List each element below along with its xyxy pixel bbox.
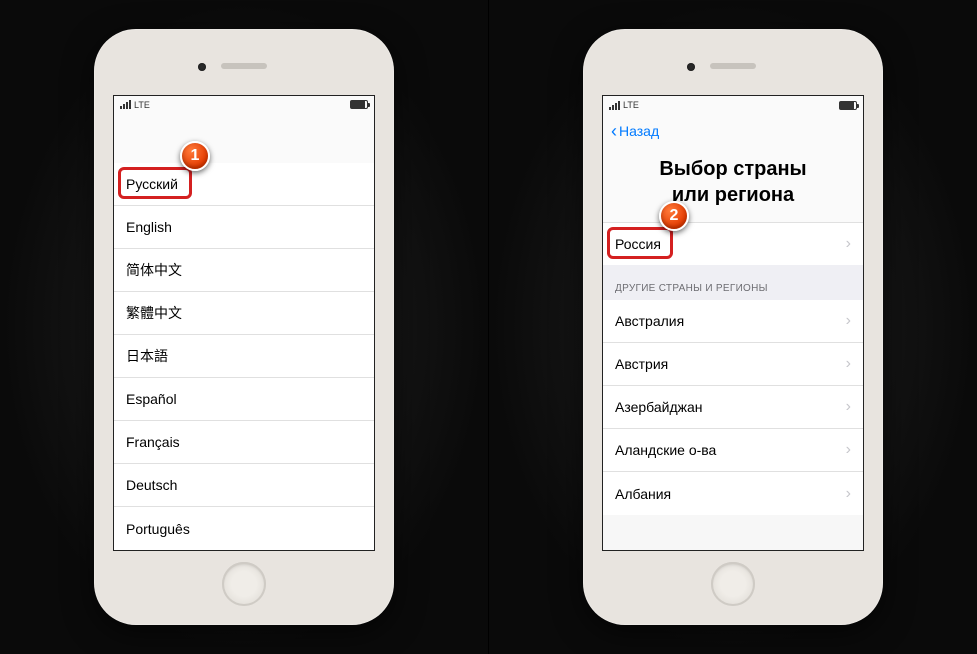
language-label: Français — [126, 434, 180, 450]
language-row-chinese-traditional[interactable]: 繁體中文 — [114, 292, 374, 335]
chevron-right-icon: › — [846, 441, 851, 459]
language-row-russian[interactable]: Русский 1 — [114, 163, 374, 206]
front-camera — [198, 63, 206, 71]
language-row-portuguese[interactable]: Português — [114, 507, 374, 550]
status-bar: LTE — [603, 96, 863, 114]
home-button[interactable] — [222, 562, 266, 606]
signal-icon — [120, 100, 131, 109]
country-row-australia[interactable]: Австралия › — [603, 300, 863, 343]
iphone-device: LTE ‹ Назад Выбор страны или региона Рос… — [583, 29, 883, 625]
country-label: Азербайджан — [615, 399, 703, 415]
status-bar: LTE — [114, 96, 374, 113]
language-label: 日本語 — [126, 346, 168, 366]
front-camera — [687, 63, 695, 71]
section-header-other: ДРУГИЕ СТРАНЫ И РЕГИОНЫ — [603, 265, 863, 300]
chevron-right-icon: › — [846, 235, 851, 253]
chevron-right-icon: › — [846, 398, 851, 416]
language-row-french[interactable]: Français — [114, 421, 374, 464]
language-label: 繁體中文 — [126, 303, 182, 323]
country-row-azerbaijan[interactable]: Азербайджан › — [603, 386, 863, 429]
language-list: Русский 1 English 简体中文 繁體中文 日本語 Español … — [114, 163, 374, 550]
battery-icon — [839, 101, 857, 110]
language-row-german[interactable]: Deutsch — [114, 464, 374, 507]
language-label: English — [126, 219, 172, 235]
screen-region: LTE ‹ Назад Выбор страны или региона Рос… — [602, 95, 864, 551]
country-list: Австралия › Австрия › Азербайджан › Аландск… — [603, 300, 863, 515]
chevron-left-icon: ‹ — [611, 122, 617, 140]
language-row-english[interactable]: English — [114, 206, 374, 249]
country-label: Аландские о-ва — [615, 442, 716, 458]
language-label: Português — [126, 521, 190, 537]
chevron-right-icon: › — [846, 312, 851, 330]
panel-region-select: LTE ‹ Назад Выбор страны или региона Рос… — [488, 0, 977, 654]
country-label: Австрия — [615, 356, 668, 372]
iphone-device: LTE Русский 1 English 简体中文 繁體中文 日本語 Espa… — [94, 29, 394, 625]
home-button[interactable] — [711, 562, 755, 606]
carrier-label: LTE — [134, 100, 150, 110]
phone-top — [591, 37, 875, 95]
country-label: Австралия — [615, 313, 684, 329]
phone-top — [102, 37, 386, 95]
phone-bottom — [591, 551, 875, 617]
signal-icon — [609, 101, 620, 110]
phone-bottom — [102, 551, 386, 617]
country-label: Россия — [615, 236, 661, 252]
language-row-spanish[interactable]: Español — [114, 378, 374, 421]
battery-icon — [350, 100, 368, 109]
callout-badge-1: 1 — [180, 141, 210, 171]
suggested-country-list: Россия › 2 — [603, 222, 863, 265]
back-button[interactable]: ‹ Назад — [611, 122, 659, 140]
language-row-chinese-simplified[interactable]: 简体中文 — [114, 249, 374, 292]
callout-badge-2: 2 — [659, 201, 689, 231]
screen-language: LTE Русский 1 English 简体中文 繁體中文 日本語 Espa… — [113, 95, 375, 551]
chevron-right-icon: › — [846, 485, 851, 503]
language-label: Español — [126, 391, 177, 407]
country-row-albania[interactable]: Албания › — [603, 472, 863, 515]
carrier-label: LTE — [623, 100, 639, 110]
nav-bar: ‹ Назад — [603, 114, 863, 148]
country-label: Албания — [615, 486, 671, 502]
language-label: Русский — [126, 176, 178, 192]
language-label: 简体中文 — [126, 260, 182, 280]
speaker — [710, 63, 756, 69]
country-row-aland[interactable]: Аландские о-ва › — [603, 429, 863, 472]
chevron-right-icon: › — [846, 355, 851, 373]
back-label: Назад — [619, 123, 659, 139]
language-label: Deutsch — [126, 477, 177, 493]
panel-language-select: LTE Русский 1 English 简体中文 繁體中文 日本語 Espa… — [0, 0, 488, 654]
header-blank — [114, 113, 374, 163]
language-row-japanese[interactable]: 日本語 — [114, 335, 374, 378]
country-row-austria[interactable]: Австрия › — [603, 343, 863, 386]
page-title: Выбор страны или региона — [603, 148, 863, 222]
country-row-russia[interactable]: Россия › 2 — [603, 222, 863, 265]
speaker — [221, 63, 267, 69]
